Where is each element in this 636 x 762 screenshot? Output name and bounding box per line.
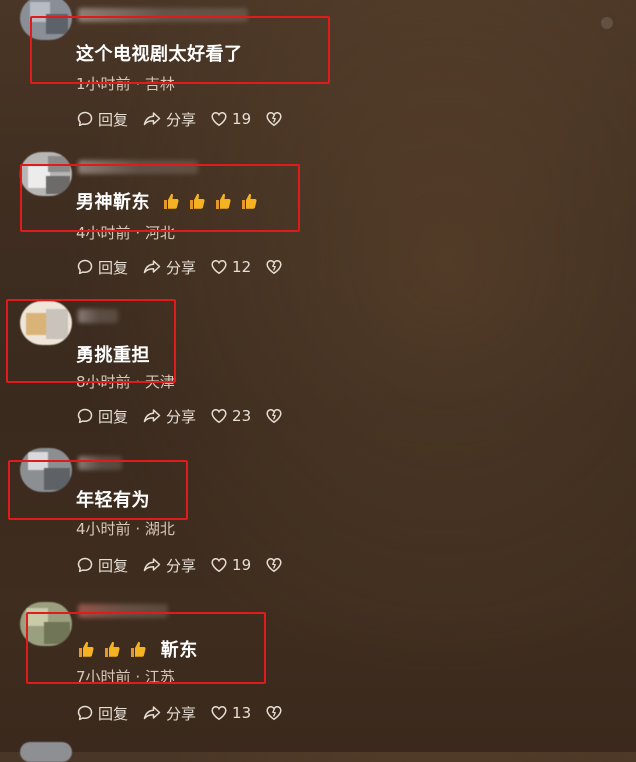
share-button[interactable]: 分享 (142, 257, 196, 278)
heart-icon (211, 409, 227, 424)
comment-actions: 回复 分享 19 (76, 108, 301, 130)
highlight-box (8, 460, 188, 520)
reply-label: 回复 (98, 258, 129, 277)
share-icon (143, 706, 161, 720)
comment-icon (77, 408, 93, 424)
reply-label: 回复 (98, 704, 129, 723)
comment-actions: 回复 分享 23 (76, 405, 301, 427)
share-icon (143, 260, 161, 274)
like-button[interactable]: 19 (210, 556, 251, 574)
comment-actions: 回复 分享 13 (76, 702, 301, 724)
like-count: 13 (232, 704, 252, 722)
comment-location: 湖北 (144, 520, 175, 538)
reply-label: 回复 (98, 556, 129, 575)
comment-item: 靳东 7小时前 · 江苏 回复 分享 13 (0, 594, 636, 742)
share-label: 分享 (166, 704, 197, 723)
reply-button[interactable]: 回复 (76, 257, 128, 278)
dislike-button[interactable] (265, 407, 287, 425)
comment-actions: 回复 分享 12 (76, 256, 301, 278)
like-button[interactable]: 12 (210, 258, 251, 276)
highlight-box (30, 16, 330, 84)
share-label: 分享 (166, 258, 197, 277)
dislike-heart-icon (266, 409, 282, 424)
share-button[interactable]: 分享 (142, 703, 196, 724)
comment-item: 勇挑重担 8小时前 · 天津 回复 分享 23 (0, 297, 636, 445)
dislike-heart-icon (266, 706, 282, 721)
comment-item: 年轻有为 4小时前 · 湖北 回复 分享 19 (0, 446, 636, 594)
comment-icon (77, 705, 93, 721)
like-count: 23 (232, 407, 252, 425)
share-icon (143, 409, 161, 423)
comment-time: 4小时前 (76, 520, 131, 538)
dislike-button[interactable] (265, 556, 287, 574)
highlight-box (6, 299, 176, 383)
dislike-heart-icon (266, 260, 282, 275)
comment-icon (77, 259, 93, 275)
share-label: 分享 (166, 407, 197, 426)
reply-label: 回复 (98, 407, 129, 426)
heart-icon (211, 558, 227, 573)
heart-icon (211, 706, 227, 721)
like-count: 19 (232, 110, 252, 128)
heart-icon (211, 112, 227, 127)
reply-button[interactable]: 回复 (76, 703, 128, 724)
dislike-button[interactable] (265, 258, 287, 276)
like-button[interactable]: 13 (210, 704, 251, 722)
meta-separator: · (130, 520, 145, 538)
share-label: 分享 (166, 556, 197, 575)
share-label: 分享 (166, 110, 197, 129)
heart-icon (211, 260, 227, 275)
comment-meta: 4小时前 · 湖北 (76, 518, 175, 539)
comment-item: 男神靳东 4小时前 · 河北 回复 分享 12 (0, 148, 636, 296)
reply-button[interactable]: 回复 (76, 555, 128, 576)
comment-item: 这个电视剧太好看了 1小时前 · 吉林 回复 分享 19 (0, 0, 636, 148)
reply-button[interactable]: 回复 (76, 109, 128, 130)
reply-label: 回复 (98, 110, 129, 129)
share-button[interactable]: 分享 (142, 406, 196, 427)
highlight-box (20, 164, 300, 232)
dislike-heart-icon (266, 112, 282, 127)
share-button[interactable]: 分享 (142, 109, 196, 130)
like-button[interactable]: 19 (210, 110, 251, 128)
comment-actions: 回复 分享 19 (76, 554, 301, 576)
avatar[interactable] (20, 742, 72, 762)
comment-icon (77, 111, 93, 127)
dislike-heart-icon (266, 558, 282, 573)
share-icon (143, 112, 161, 126)
comment-icon (77, 557, 93, 573)
reply-button[interactable]: 回复 (76, 406, 128, 427)
like-count: 12 (232, 258, 252, 276)
like-count: 19 (232, 556, 252, 574)
dislike-button[interactable] (265, 704, 287, 722)
share-button[interactable]: 分享 (142, 555, 196, 576)
like-button[interactable]: 23 (210, 407, 251, 425)
highlight-box (26, 612, 266, 684)
dislike-button[interactable] (265, 110, 287, 128)
share-icon (143, 558, 161, 572)
